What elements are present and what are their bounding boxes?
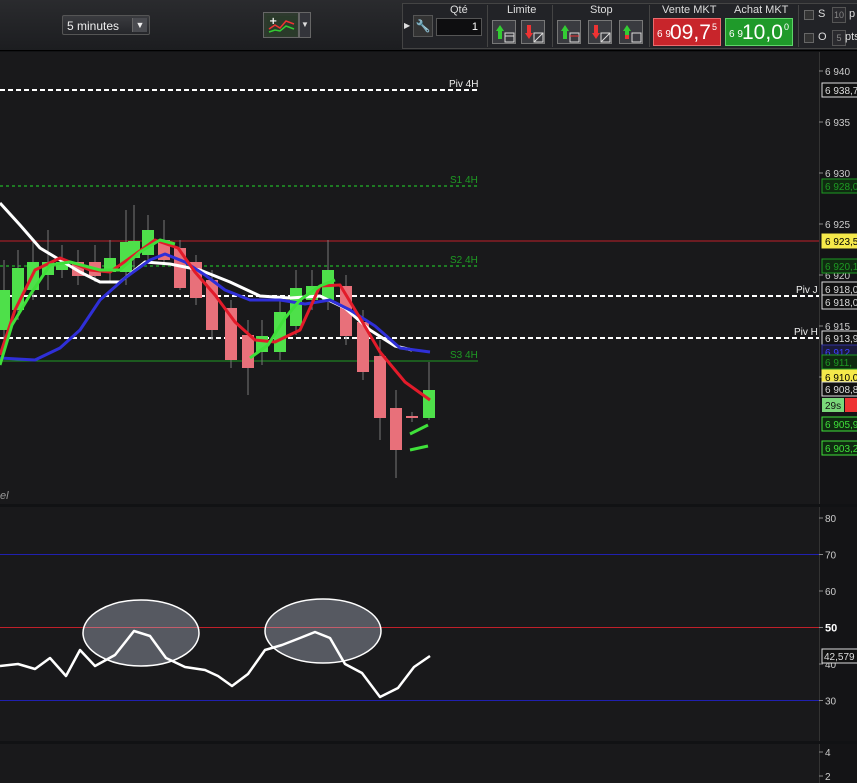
rsi-tick-label: 50 [825,623,837,635]
ma-green-line-c [409,423,429,436]
candle-body [0,290,10,330]
price-tick-label: 6 935 [825,118,850,129]
price-tag-label: 6 918,0 [825,298,857,309]
rsi-value-label: 42,579 [824,652,855,663]
s3-4h-label: S3 4H [450,350,478,361]
price-tag-label: 6 928,0 [825,182,857,193]
price-tag-label: 6 911, [825,358,852,369]
price-tag-label: 6 913,9 [825,334,857,345]
price-tag-label: 6 920,1 [825,262,857,273]
bottom-tick-label: 4 [825,748,831,759]
candle-body [242,335,254,368]
candle-body [390,408,402,450]
price-tag-label: 6 908,8 [825,385,857,396]
price-tag-label: 6 938,7 [825,86,857,97]
pivot-4h-label: Piv 4H [449,79,478,90]
ma-green-line-d [409,444,429,452]
pivot-h-label: Piv H [794,327,818,338]
rsi-highlight-ellipse [264,598,382,664]
pivot-j-label: Piv J [796,285,818,296]
price-tag-label: 6 903,2 [825,444,857,455]
rsi-tick-label: 60 [825,587,837,598]
price-tick-label: 6 940 [825,67,850,78]
price-tag-label: 6 923,5 [825,237,857,248]
ma-green-line-a [0,238,176,366]
price-pane-label: el [0,490,9,502]
countdown-label: 29s [825,401,841,412]
s2-4h-label: S2 4H [450,255,478,266]
candle-body [423,390,435,418]
price-tag-label: 6 918,0 [825,285,857,296]
bottom-tick-label: 2 [825,772,831,783]
price-tick-label: 6 925 [825,220,850,231]
countdown-red-tag [845,398,857,412]
rsi-tick-label: 80 [825,514,837,525]
candle-body [406,416,418,418]
rsi-tick-label: 30 [825,697,837,708]
rsi-tick-label: 70 [825,551,837,562]
s1-4h-label: S1 4H [450,175,478,186]
candle-body [374,356,386,418]
price-tag-label: 6 905,9 [825,420,857,431]
chart-canvas: Piv 4H S1 4H S2 4H Piv J Piv H S3 4H 6 940 6 9… [0,67,857,783]
price-tick-label: 6 930 [825,169,850,180]
